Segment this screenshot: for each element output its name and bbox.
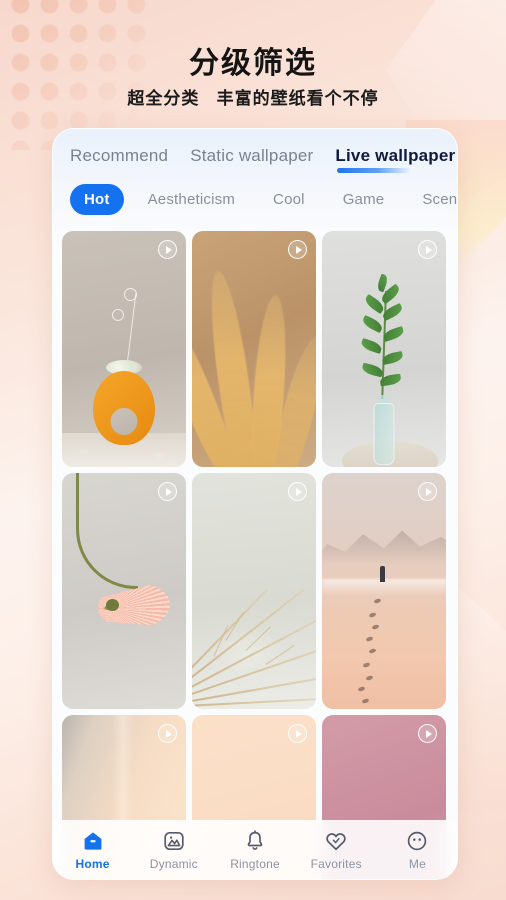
tab-recommend[interactable]: Recommend (70, 146, 168, 166)
nav-item-favorites[interactable]: Favorites (296, 829, 377, 871)
chip-aestheticism[interactable]: Aestheticism (134, 184, 249, 215)
bell-icon (247, 830, 263, 850)
play-icon[interactable] (418, 240, 437, 259)
wallpaper-card[interactable] (62, 473, 186, 709)
chip-game-label: Game (342, 191, 385, 208)
promo-banner: 分级筛选 超全分类 丰富的壁纸看个不停 Recommend Static wal… (0, 0, 506, 900)
promo-title: 分级筛选 (189, 47, 317, 80)
nav-item-dynamic-label: Dynamic (149, 857, 198, 871)
chip-scene[interactable]: Scene (408, 184, 458, 215)
nav-item-ringtone-label: Ringtone (230, 857, 280, 871)
tab-static-wallpaper[interactable]: Static wallpaper (190, 146, 313, 166)
chip-scene-label: Scene (422, 191, 458, 208)
app-header: Recommend Static wallpaper Live wallpape… (52, 128, 458, 231)
wallpaper-card[interactable] (322, 231, 446, 467)
play-icon[interactable] (418, 482, 437, 501)
active-tab-underline (337, 168, 412, 173)
nav-item-home[interactable]: Home (52, 829, 133, 871)
tab-live-wallpaper-label: Live wallpaper (335, 146, 456, 165)
wallpaper-card[interactable] (192, 231, 316, 467)
chip-cool-label: Cool (273, 191, 305, 208)
category-chip-row: Hot Aestheticism Cool Game Scene (52, 166, 458, 215)
face-icon (408, 831, 427, 851)
tab-recommend-label: Recommend (70, 146, 169, 165)
nav-item-favorites-label: Favorites (310, 857, 362, 871)
chip-aestheticism-label: Aestheticism (147, 191, 236, 208)
image-icon (164, 831, 184, 851)
nav-item-me-label: Me (408, 857, 426, 871)
home-icon (84, 832, 101, 850)
chip-hot[interactable]: Hot (70, 184, 124, 215)
play-icon[interactable] (158, 482, 177, 501)
play-icon[interactable] (158, 724, 177, 743)
promo-subtitle: 超全分类 丰富的壁纸看个不停 (127, 89, 379, 108)
tab-static-wallpaper-label: Static wallpaper (190, 146, 314, 165)
wallpaper-grid (52, 231, 458, 880)
wallpaper-card[interactable] (192, 473, 316, 709)
chip-game[interactable]: Game (329, 184, 399, 215)
bottom-navigation-bar: Home Dynamic Ringtone Favorites Me (52, 820, 458, 880)
tab-live-wallpaper[interactable]: Live wallpaper (335, 146, 456, 173)
nav-item-home-label: Home (75, 857, 110, 871)
play-icon[interactable] (418, 724, 437, 743)
section-tab-bar: Recommend Static wallpaper Live wallpape… (52, 128, 458, 173)
wallpaper-card[interactable] (322, 473, 446, 709)
chip-hot-label: Hot (84, 191, 110, 208)
play-icon[interactable] (288, 240, 307, 259)
chip-cool[interactable]: Cool (259, 184, 319, 215)
heart-icon (326, 833, 346, 851)
app-screenshot-frame: Recommend Static wallpaper Live wallpape… (52, 128, 458, 880)
nav-item-me[interactable]: Me (377, 829, 458, 871)
play-icon[interactable] (288, 482, 307, 501)
wallpaper-card[interactable] (62, 231, 186, 467)
nav-item-ringtone[interactable]: Ringtone (214, 829, 295, 871)
play-icon[interactable] (288, 724, 307, 743)
nav-item-dynamic[interactable]: Dynamic (133, 829, 214, 871)
play-icon[interactable] (158, 240, 177, 259)
